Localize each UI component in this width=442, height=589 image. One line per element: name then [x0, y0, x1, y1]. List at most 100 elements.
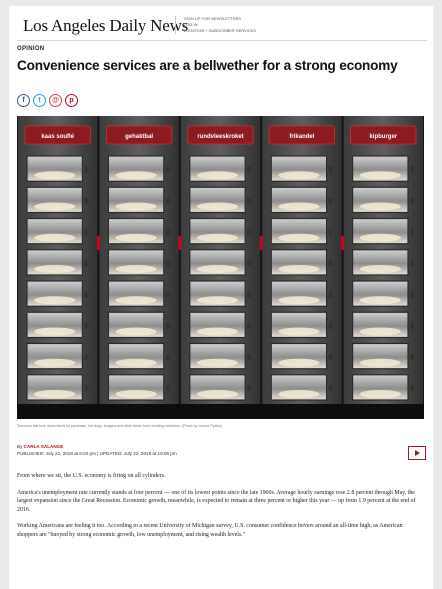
price-tag — [178, 236, 182, 250]
coin-slot — [165, 291, 170, 298]
coin-slot — [328, 322, 333, 329]
twitter-icon[interactable]: t — [33, 94, 46, 107]
coin-slot — [247, 322, 252, 329]
coin-slot — [165, 385, 170, 392]
coin-slot — [165, 197, 170, 204]
column-header-label: frikandel — [289, 134, 314, 140]
food-item — [115, 327, 157, 336]
coin-slot — [247, 354, 252, 361]
coin-slot — [84, 322, 89, 329]
author-link[interactable]: CARLA SALANGE — [24, 444, 64, 449]
coin-slot — [165, 354, 170, 361]
photo-caption: Travelers last look down items for purch… — [17, 424, 223, 428]
food-item — [34, 327, 76, 336]
byline-by: By — [17, 444, 24, 449]
food-item — [278, 171, 320, 180]
coin-slot — [410, 166, 414, 173]
coin-slot — [247, 197, 252, 204]
food-item — [278, 202, 320, 211]
masthead: Los Angeles Daily News SIGN UP FOR NEWSL… — [17, 12, 427, 41]
food-item — [196, 265, 239, 273]
coin-slot — [328, 385, 333, 392]
column-header-label: rundvleeskroket — [197, 134, 243, 140]
food-item — [196, 296, 239, 305]
facebook-icon[interactable]: f — [17, 94, 30, 107]
food-item — [196, 358, 239, 367]
coin-slot — [165, 166, 170, 173]
food-item — [278, 296, 320, 305]
food-item — [115, 202, 157, 211]
food-item — [359, 171, 401, 180]
food-item — [196, 233, 239, 242]
food-item — [359, 358, 401, 367]
coin-slot — [84, 354, 89, 361]
column-header-label: kaas souflé — [41, 134, 74, 140]
coin-slot — [84, 229, 89, 236]
food-item — [359, 202, 401, 211]
food-item — [115, 390, 157, 398]
pinterest-icon[interactable]: p — [65, 94, 78, 107]
food-item — [196, 327, 239, 336]
email-icon[interactable]: @ — [49, 94, 62, 107]
coin-slot — [410, 229, 414, 236]
coin-slot — [165, 260, 170, 267]
food-item — [278, 265, 320, 273]
article-body: From where we sit, the U.S. economy is f… — [17, 472, 423, 548]
coin-slot — [247, 260, 252, 267]
food-item — [34, 390, 76, 398]
food-item — [278, 327, 320, 336]
video-button[interactable] — [408, 446, 426, 460]
coin-slot — [84, 260, 89, 267]
coin-slot — [410, 197, 414, 204]
food-item — [359, 296, 401, 305]
price-tag — [341, 236, 345, 250]
coin-slot — [328, 291, 333, 298]
food-item — [34, 202, 76, 211]
section-label[interactable]: OPINION — [17, 46, 44, 52]
coin-slot — [328, 166, 333, 173]
coin-slot — [410, 385, 414, 392]
food-item — [115, 358, 157, 367]
coin-slot — [410, 260, 414, 267]
coin-slot — [328, 354, 333, 361]
price-tag — [96, 236, 100, 250]
play-icon — [414, 450, 420, 456]
publish-dates: PUBLISHED: July 22, 2018 at 6:00 pm | UP… — [17, 451, 177, 456]
column-header-label: gehaktbal — [125, 134, 153, 140]
food-item — [196, 202, 239, 211]
coin-slot — [410, 354, 414, 361]
food-item — [359, 265, 401, 273]
food-item — [34, 358, 76, 367]
coin-slot — [165, 229, 170, 236]
coin-slot — [410, 322, 414, 329]
coin-slot — [247, 166, 252, 173]
food-item — [34, 171, 76, 180]
food-item — [196, 390, 239, 398]
food-item — [278, 358, 320, 367]
e-edition-link[interactable]: E-EDITION + SUBSCRIBER SERVICES — [184, 28, 256, 34]
paragraph: Working Americans are feeling it too. Ac… — [17, 523, 403, 538]
price-tag — [259, 236, 263, 250]
coin-slot — [84, 166, 89, 173]
food-item — [34, 296, 76, 305]
coin-slot — [410, 291, 414, 298]
coin-slot — [247, 291, 252, 298]
food-item — [115, 265, 157, 273]
food-item — [196, 171, 239, 180]
coin-slot — [84, 385, 89, 392]
coin-slot — [328, 260, 333, 267]
food-item — [115, 171, 157, 180]
byline: By CARLA SALANGE PUBLISHED: July 22, 201… — [17, 443, 177, 457]
food-item — [115, 233, 157, 242]
coin-slot — [247, 229, 252, 236]
share-bar: f t @ p — [17, 94, 78, 107]
headline: Convenience services are a bellwether fo… — [17, 58, 398, 73]
site-logo[interactable]: Los Angeles Daily News — [23, 16, 188, 36]
column-header-label: kipburger — [369, 134, 397, 140]
food-item — [115, 296, 157, 305]
masthead-menu: SIGN UP FOR NEWSLETTERS LOG IN E-EDITION… — [175, 16, 256, 34]
coin-slot — [84, 291, 89, 298]
vending-wall-image: kaas souflé gehaktbal rundvleeskroket frika… — [17, 116, 424, 419]
coin-slot — [247, 385, 252, 392]
coin-slot — [165, 322, 170, 329]
